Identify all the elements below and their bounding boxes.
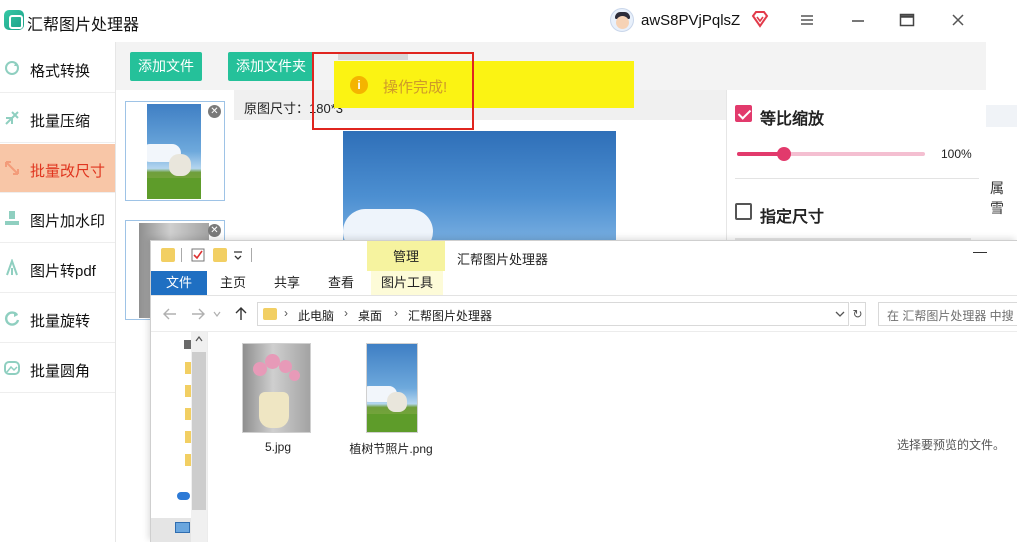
tab-share[interactable]: 共享 [271, 271, 303, 295]
this-pc-icon[interactable] [175, 522, 190, 533]
properties-icon[interactable] [191, 248, 205, 262]
folder-icon[interactable] [161, 248, 175, 262]
background-window-bar [986, 105, 1017, 127]
chevron-right-icon[interactable]: › [284, 306, 288, 320]
app-title: 汇帮图片处理器 [27, 17, 140, 34]
sidebar-item-label: 批量旋转 [30, 313, 91, 330]
app-logo-icon [4, 10, 24, 30]
scale-value: 100% [941, 147, 972, 161]
file-thumbnail-5jpg [242, 343, 311, 433]
sidebar-item-label: 批量改尺寸 [30, 163, 106, 180]
preview-area [234, 120, 726, 250]
settings-panel: 等比缩放 100% 指定尺寸 [726, 90, 986, 250]
refresh-icon[interactable]: ↻ [850, 302, 866, 326]
remove-thumbnail-icon[interactable]: ✕ [208, 224, 221, 237]
forward-arrow-icon[interactable] [191, 308, 205, 320]
divider [735, 178, 979, 179]
new-folder-icon[interactable] [213, 248, 227, 262]
sidebar-item-label: 格式转换 [30, 63, 91, 80]
sidebar-item-resize[interactable]: 批量改尺寸 [0, 144, 115, 193]
chevron-right-icon[interactable]: › [394, 306, 398, 320]
search-input[interactable]: 在 汇帮图片处理器 中搜 [878, 302, 1017, 326]
explorer-minimize-button[interactable]: — [973, 243, 987, 259]
proportional-scale-checkbox[interactable] [735, 105, 752, 122]
customize-toolbar-icon[interactable] [233, 248, 243, 262]
watermark-icon [5, 211, 19, 225]
thumbnail-item[interactable]: ✕ [125, 101, 225, 201]
tab-home[interactable]: 主页 [217, 271, 249, 295]
sidebar-item-rotate[interactable]: 批量旋转 [0, 294, 115, 343]
tab-view[interactable]: 查看 [325, 271, 357, 295]
proportional-scale-label: 等比缩放 [760, 111, 825, 128]
sidebar-item-pdf[interactable]: 图片转pdf [0, 244, 115, 293]
up-arrow-icon[interactable] [235, 307, 247, 321]
address-bar[interactable]: › 此电脑 › 桌面 › 汇帮图片处理器 [257, 302, 849, 326]
tab-file[interactable]: 文件 [151, 271, 207, 295]
thumbnail-image [147, 104, 201, 199]
back-arrow-icon[interactable] [163, 308, 177, 320]
pdf-icon [6, 259, 18, 276]
sidebar-item-label: 批量圆角 [30, 363, 91, 380]
add-file-button[interactable]: 添加文件 [130, 52, 202, 81]
onedrive-cloud-icon[interactable] [177, 492, 190, 500]
folder-icon [263, 308, 277, 320]
sidebar: 格式转换 批量压缩 批量改尺寸 图片加水印 图片转pdf 批量旋转 批量圆角 [0, 42, 116, 542]
separator [251, 248, 252, 262]
recent-locations-icon[interactable] [213, 311, 221, 317]
minimize-icon[interactable] [850, 12, 866, 28]
title-bar: 汇帮图片处理器 awS8PVjPqlsZ [0, 0, 1017, 42]
tab-manage[interactable]: 管理 [367, 241, 445, 271]
chevron-right-icon[interactable]: › [344, 306, 348, 320]
sidebar-item-watermark[interactable]: 图片加水印 [0, 194, 115, 243]
sidebar-item-format-convert[interactable]: 格式转换 [0, 44, 115, 93]
scroll-up-icon[interactable] [195, 336, 203, 342]
background-window-text: 属雪 [990, 180, 1004, 216]
breadcrumb-this-pc[interactable]: 此电脑 [298, 307, 334, 324]
menu-icon[interactable] [799, 12, 815, 28]
rotate-icon [5, 311, 20, 326]
format-convert-icon [5, 61, 19, 75]
explorer-window-title: 汇帮图片处理器 [457, 252, 549, 267]
sidebar-item-label: 批量压缩 [30, 113, 91, 130]
maximize-icon[interactable] [899, 12, 915, 28]
scale-slider-handle[interactable] [777, 147, 791, 161]
breadcrumb-desktop[interactable]: 桌面 [358, 307, 382, 324]
navigation-pane [151, 332, 208, 542]
highlight-box [312, 52, 474, 130]
username[interactable]: awS8PVjPqlsZ [641, 12, 740, 29]
file-thumbnail-png [366, 343, 418, 433]
specify-size-label: 指定尺寸 [760, 209, 825, 226]
round-corner-icon [4, 361, 20, 375]
specify-size-checkbox[interactable] [735, 203, 752, 220]
file-name: 植树节照片.png [349, 442, 433, 456]
preview-pane-message: 选择要预览的文件。 [897, 438, 1006, 452]
tab-picture-tools[interactable]: 图片工具 [371, 271, 443, 295]
close-icon[interactable] [950, 12, 966, 28]
compress-icon [5, 111, 19, 125]
sidebar-item-label: 图片转pdf [30, 263, 96, 280]
remove-thumbnail-icon[interactable]: ✕ [208, 105, 221, 118]
add-folder-button[interactable]: 添加文件夹 [228, 52, 314, 81]
scrollbar-thumb[interactable] [192, 352, 206, 510]
separator [181, 248, 182, 262]
address-dropdown-icon[interactable] [835, 311, 845, 318]
sidebar-item-round-corner[interactable]: 批量圆角 [0, 344, 115, 393]
resize-icon [5, 161, 19, 175]
vip-diamond-icon[interactable] [751, 10, 769, 28]
file-explorer-window: 管理 汇帮图片处理器 — 文件 主页 共享 查看 图片工具 › 此电脑 › 桌面… [150, 240, 1017, 542]
avatar[interactable] [610, 8, 634, 32]
file-name: 5.jpg [264, 440, 292, 454]
breadcrumb-folder[interactable]: 汇帮图片处理器 [408, 307, 492, 324]
preview-image [343, 131, 616, 250]
navigation-bar: › 此电脑 › 桌面 › 汇帮图片处理器 ↻ 在 汇帮图片处理器 中搜 [151, 296, 1017, 332]
ribbon-tabs: 文件 主页 共享 查看 图片工具 [151, 271, 1017, 296]
file-item[interactable]: 植树节照片.png [336, 343, 446, 463]
quick-access-toolbar: 管理 汇帮图片处理器 — [151, 241, 1017, 271]
sidebar-item-label: 图片加水印 [30, 213, 106, 230]
file-item[interactable]: 5.jpg [223, 343, 333, 463]
quick-access-icon[interactable] [184, 340, 191, 349]
sidebar-item-compress[interactable]: 批量压缩 [0, 94, 115, 143]
search-placeholder: 在 汇帮图片处理器 中搜 [887, 309, 1014, 323]
